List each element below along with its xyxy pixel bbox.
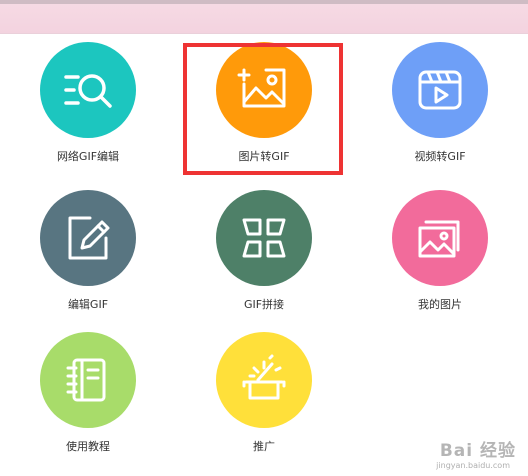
menu-item-circle [40,190,136,286]
watermark: Bai 经验 jingyan.baidu.com [388,432,520,470]
menu-item-edit-gif[interactable]: 编辑GIF [18,190,158,320]
menu-item-circle [216,190,312,286]
menu-item-tutorial[interactable]: 使用教程 [18,332,158,462]
photo-stack-icon [418,220,460,258]
search-list-icon [64,74,112,108]
image-icon [237,68,286,108]
menu-item-image-to-gif[interactable]: 图片转GIF [194,42,334,172]
watermark-url: jingyan.baidu.com [436,461,510,470]
menu-item-label: 编辑GIF [67,298,109,311]
notebook-icon [66,358,106,402]
watermark-text: Bai 经验 [439,441,516,461]
feature-grid: 网络GIF编辑 图片转GIF 视频转GIF 编辑GIF GIF拼接 我的图片 使… [0,0,528,476]
menu-item-circle [216,42,312,138]
menu-item-label: 推广 [253,440,275,453]
menu-item-circle [40,42,136,138]
menu-item-label: 使用教程 [66,440,110,453]
menu-item-circle [392,190,488,286]
menu-item-circle [392,42,488,138]
menu-item-my-pictures[interactable]: 我的图片 [370,190,510,320]
menu-item-circle [216,332,312,428]
menu-item-label: 我的图片 [418,298,462,311]
menu-item-circle [40,332,136,428]
menu-item-label: 网络GIF编辑 [56,150,120,163]
menu-item-label: GIF拼接 [243,298,285,311]
magic-box-icon [242,354,286,400]
menu-item-label: 视频转GIF [414,150,466,163]
edit-pencil-icon [68,216,110,260]
video-play-icon [418,70,462,110]
menu-item-label: 图片转GIF [238,150,290,163]
grid-tiles-icon [242,218,286,258]
menu-item-gif-splice[interactable]: GIF拼接 [194,190,334,320]
menu-item-promote[interactable]: 推广 [194,332,334,462]
menu-item-video-to-gif[interactable]: 视频转GIF [370,42,510,172]
menu-item-network-gif-edit[interactable]: 网络GIF编辑 [18,42,158,172]
